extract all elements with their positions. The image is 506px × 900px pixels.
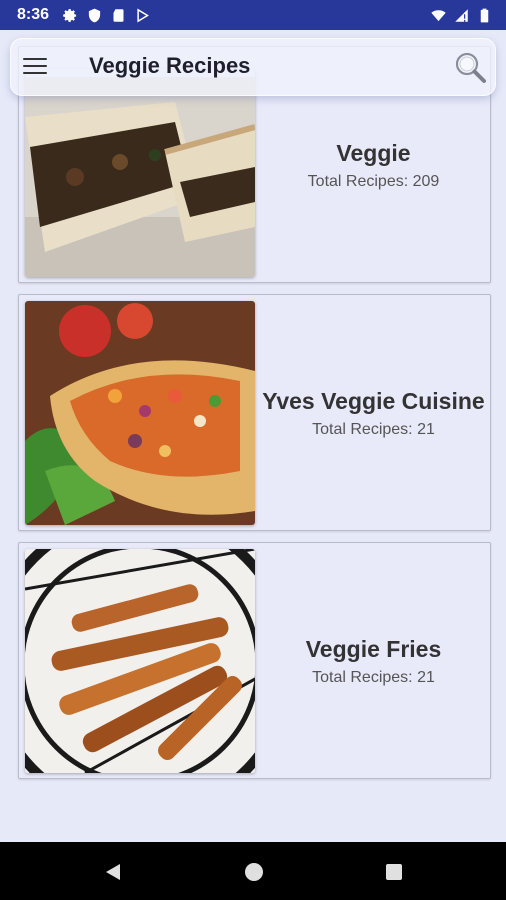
- gear-icon: [63, 8, 78, 23]
- category-card-yves-veggie-cuisine[interactable]: Yves Veggie Cuisine Total Recipes: 21: [18, 294, 491, 531]
- search-icon[interactable]: [453, 50, 487, 84]
- category-recipe-count: Total Recipes: 209: [307, 173, 440, 190]
- sd-card-icon: [111, 8, 126, 23]
- home-circle-icon[interactable]: [244, 862, 264, 882]
- battery-icon: [477, 8, 492, 23]
- shield-icon: [87, 8, 102, 23]
- wifi-icon: [431, 8, 446, 23]
- category-title: Veggie: [336, 140, 411, 166]
- status-time: 8:36: [17, 6, 50, 23]
- play-store-icon: [135, 8, 150, 23]
- veggie-fries-photo: [25, 549, 255, 773]
- hamburger-menu-icon[interactable]: [23, 58, 47, 76]
- page-title: Veggie Recipes: [89, 53, 251, 78]
- taco-salad-photo: [25, 301, 255, 525]
- back-triangle-icon[interactable]: [103, 862, 123, 882]
- recents-square-icon[interactable]: [384, 862, 404, 882]
- signal-icon: [454, 8, 469, 23]
- category-title: Veggie Fries: [305, 636, 442, 662]
- category-card-text: Yves Veggie Cuisine Total Recipes: 21: [255, 295, 492, 532]
- system-navigation-bar: [0, 842, 506, 900]
- category-recipe-count: Total Recipes: 21: [312, 421, 435, 438]
- status-bar: 8:36: [0, 0, 506, 30]
- category-recipe-count: Total Recipes: 21: [312, 669, 435, 686]
- category-card-text: Veggie Fries Total Recipes: 21: [255, 543, 492, 780]
- veggie-sandwich-photo: [25, 69, 255, 277]
- category-title: Yves Veggie Cuisine: [262, 388, 485, 414]
- recipe-category-list: Veggie Recipes Veggie Total Recipes: 209…: [0, 30, 506, 842]
- category-card-veggie-fries[interactable]: Veggie Fries Total Recipes: 21: [18, 542, 491, 779]
- app-bar: Veggie Recipes: [10, 38, 496, 96]
